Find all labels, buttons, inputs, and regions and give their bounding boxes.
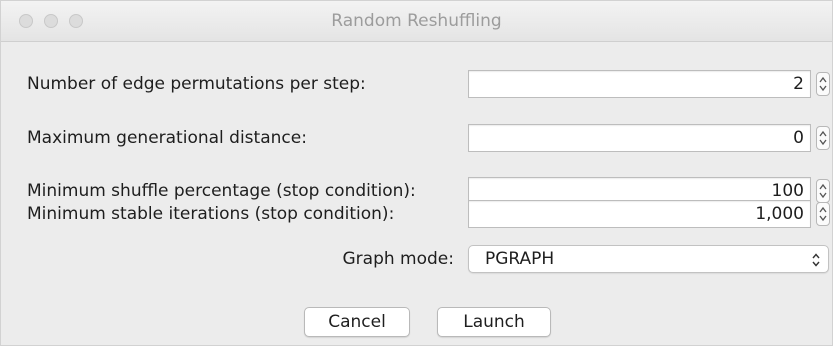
dialog-window: Random Reshuffling Number of edge permut… xyxy=(0,0,833,346)
edge-permutations-input[interactable] xyxy=(468,70,811,98)
chevron-up-down-icon xyxy=(810,250,822,274)
field-row-stable-iterations-content: Minimum stable iterations (stop conditio… xyxy=(1,196,832,232)
edge-permutations-label: Number of edge permutations per step: xyxy=(27,74,366,94)
stable-iterations-input[interactable] xyxy=(468,200,811,228)
generational-distance-label: Maximum generational distance: xyxy=(27,128,307,148)
stable-iterations-stepper-icon[interactable] xyxy=(816,202,830,226)
cancel-button[interactable]: Cancel xyxy=(304,307,410,337)
edge-permutations-stepper-icon[interactable] xyxy=(816,72,830,96)
field-row-edge-permutations: Number of edge permutations per step: xyxy=(1,66,832,102)
launch-button[interactable]: Launch xyxy=(437,307,551,337)
field-row-graph-mode: Graph mode: PGRAPH xyxy=(1,241,832,277)
graph-mode-value: PGRAPH xyxy=(485,249,555,269)
title-bar: Random Reshuffling xyxy=(1,1,832,42)
generational-distance-stepper-icon[interactable] xyxy=(816,126,830,150)
window-title: Random Reshuffling xyxy=(331,11,502,31)
field-row-generational-distance: Maximum generational distance: xyxy=(1,120,832,156)
generational-distance-input[interactable] xyxy=(468,124,811,152)
graph-mode-select[interactable]: PGRAPH xyxy=(468,245,829,273)
graph-mode-label: Graph mode: xyxy=(342,249,455,269)
stable-iterations-label: Minimum stable iterations (stop conditio… xyxy=(27,204,395,224)
